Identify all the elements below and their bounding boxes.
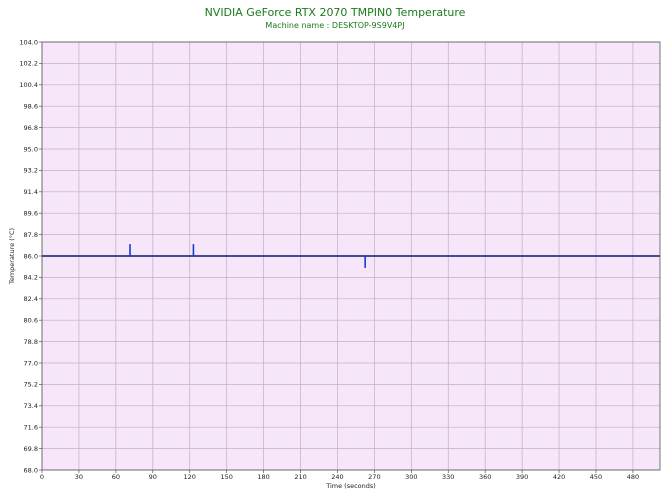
- y-tick-label: 93.2: [24, 167, 38, 175]
- x-axis-ticks: 0 30 60 90 120 150 180 210 240 270 300 330 360 390 420…: [40, 470, 639, 481]
- x-tick-label: 300: [405, 473, 417, 481]
- y-tick-label: 91.4: [24, 188, 38, 196]
- y-tick-label: 73.4: [24, 402, 38, 410]
- x-tick-label: 360: [479, 473, 491, 481]
- x-tick-label: 240: [331, 473, 343, 481]
- temperature-chart: NVIDIA GeForce RTX 2070 TMPIN0 Temperatu…: [8, 6, 661, 490]
- x-tick-label: 120: [184, 473, 196, 481]
- chart-subtitle: Machine name : DESKTOP-9S9V4PJ: [265, 21, 404, 30]
- x-tick-label: 180: [257, 473, 269, 481]
- y-tick-label: 82.4: [24, 295, 38, 303]
- y-tick-label: 96.8: [24, 124, 38, 132]
- y-axis-label: Temperature (°C): [8, 228, 16, 285]
- chart-title: NVIDIA GeForce RTX 2070 TMPIN0 Temperatu…: [205, 6, 466, 19]
- y-tick-label: 98.6: [24, 103, 38, 111]
- x-tick-label: 0: [40, 473, 44, 481]
- y-tick-label: 102.2: [19, 60, 38, 68]
- y-tick-label: 80.6: [24, 317, 38, 325]
- x-tick-label: 30: [75, 473, 83, 481]
- y-tick-label: 87.8: [24, 231, 38, 239]
- y-tick-label: 95.0: [24, 145, 38, 153]
- x-tick-label: 60: [112, 473, 120, 481]
- x-tick-label: 270: [368, 473, 380, 481]
- x-tick-label: 90: [149, 473, 157, 481]
- y-tick-label: 77.0: [24, 359, 38, 367]
- x-tick-label: 390: [516, 473, 528, 481]
- x-tick-label: 210: [294, 473, 306, 481]
- y-tick-label: 86.0: [24, 252, 38, 260]
- y-tick-label: 84.2: [24, 274, 38, 282]
- y-tick-label: 68.0: [24, 466, 38, 474]
- x-tick-label: 150: [220, 473, 232, 481]
- x-tick-label: 480: [627, 473, 639, 481]
- x-axis-label: Time (seconds): [325, 482, 376, 490]
- y-tick-label: 89.6: [24, 210, 38, 218]
- y-tick-label: 78.8: [24, 338, 38, 346]
- y-tick-label: 71.6: [24, 424, 38, 432]
- y-axis-ticks: 68.0 69.8 71.6 73.4 75.2 77.0 78.8 80.6 82.4 84.2…: [19, 38, 42, 474]
- x-tick-label: 450: [590, 473, 602, 481]
- x-tick-label: 330: [442, 473, 454, 481]
- x-tick-label: 420: [553, 473, 565, 481]
- y-tick-label: 100.4: [19, 81, 38, 89]
- y-tick-label: 75.2: [24, 381, 38, 389]
- y-tick-label: 69.8: [24, 445, 38, 453]
- y-tick-label: 104.0: [19, 38, 38, 46]
